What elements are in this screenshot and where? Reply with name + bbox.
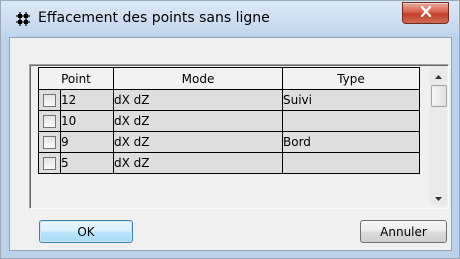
vertical-scrollbar[interactable] — [430, 66, 447, 205]
cell-point: 5 — [60, 152, 114, 174]
cell-type: Suivi — [282, 89, 420, 111]
window-title: Effacement des points sans ligne — [38, 10, 270, 26]
points-table: Point Mode Type 12 dX dZ Suivi 10 dX dZ — [38, 67, 420, 174]
table-row[interactable]: 10 dX dZ — [38, 110, 420, 132]
ok-button[interactable]: OK — [39, 220, 133, 243]
arrow-up-icon — [435, 68, 442, 82]
points-grid[interactable]: Point Mode Type 12 dX dZ Suivi 10 dX dZ — [29, 64, 449, 209]
column-header-mode[interactable]: Mode — [113, 67, 283, 90]
table-row[interactable]: 12 dX dZ Suivi — [38, 89, 420, 111]
row-checkbox[interactable] — [43, 114, 56, 128]
scroll-up-button[interactable] — [430, 66, 447, 83]
table-row[interactable]: 9 dX dZ Bord — [38, 131, 420, 153]
column-header-point[interactable]: Point — [38, 67, 114, 90]
cell-mode: dX dZ — [113, 152, 283, 174]
dialog-window: Effacement des points sans ligne Point M… — [0, 0, 460, 259]
grid-points-icon — [15, 11, 31, 27]
cell-type — [282, 110, 420, 132]
cell-point: 10 — [60, 110, 114, 132]
row-checkbox[interactable] — [43, 135, 56, 149]
cell-mode: dX dZ — [113, 110, 283, 132]
table-header-row: Point Mode Type — [38, 67, 420, 90]
close-button[interactable] — [402, 2, 449, 24]
cell-point: 12 — [60, 89, 114, 111]
scroll-thumb[interactable] — [431, 85, 447, 107]
close-icon — [420, 5, 432, 20]
cell-type: Bord — [282, 131, 420, 153]
scroll-down-button[interactable] — [430, 188, 447, 205]
title-bar[interactable]: Effacement des points sans ligne — [1, 1, 459, 37]
row-checkbox[interactable] — [43, 156, 56, 170]
cell-type — [282, 152, 420, 174]
row-checkbox[interactable] — [43, 93, 56, 107]
cell-point: 9 — [60, 131, 114, 153]
table-row[interactable]: 5 dX dZ — [38, 152, 420, 174]
cancel-button[interactable]: Annuler — [360, 220, 447, 243]
column-header-type[interactable]: Type — [282, 67, 420, 90]
cell-mode: dX dZ — [113, 131, 283, 153]
arrow-down-icon — [435, 190, 442, 204]
cell-mode: dX dZ — [113, 89, 283, 111]
